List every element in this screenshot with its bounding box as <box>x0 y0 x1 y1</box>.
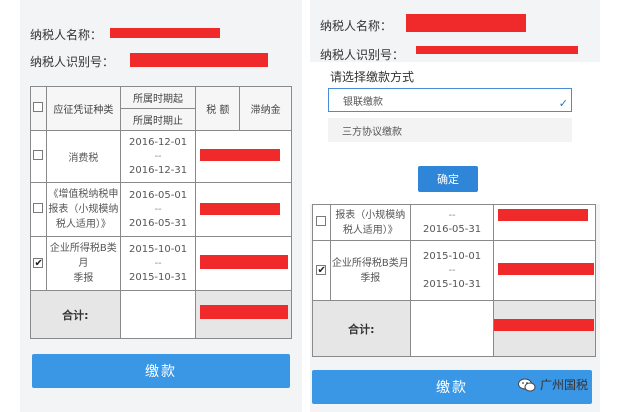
select-all-checkbox[interactable] <box>33 102 44 112</box>
pay-button[interactable]: 缴款 <box>32 354 290 388</box>
row-checkbox[interactable] <box>316 216 327 226</box>
row-type-line: 季报 <box>73 273 94 284</box>
row-checkbox-checked[interactable]: ✔ <box>316 265 327 276</box>
tax-table: 报表（小规模纳 税人适用）》 -- 2016-05-31 ✔ 企业所得税B类月 … <box>312 204 596 357</box>
header-tax-amount: 税 额 <box>195 86 241 131</box>
row-amounts <box>195 130 292 183</box>
watermark-text: 广州国税 <box>540 378 589 392</box>
row-amounts <box>493 204 596 241</box>
total-amount <box>493 300 596 357</box>
row-checkbox-cell[interactable] <box>30 182 47 237</box>
period-separator: -- <box>154 203 162 215</box>
row-type: 《增值税纳税申 报表（小规模纳 税人适用）》 <box>45 182 121 237</box>
period-start: 2015-10-01 <box>423 250 482 262</box>
row-type-line: 报表（小规模纳 <box>48 204 119 215</box>
total-blank <box>119 290 197 339</box>
taxpayer-id-label: 纳税人识别号： <box>320 48 405 62</box>
redacted-taxpayer-id <box>130 53 268 67</box>
redacted-amount <box>200 149 281 161</box>
header-select-all[interactable] <box>30 86 47 131</box>
table-row[interactable]: 《增值税纳税申 报表（小规模纳 税人适用）》 2016-05-01 -- 201… <box>30 182 292 237</box>
redacted-amount <box>498 263 595 275</box>
row-period: 2015-10-01 -- 2015-10-31 <box>409 240 495 301</box>
row-checkbox-cell[interactable]: ✔ <box>312 240 331 301</box>
period-end: 2016-05-31 <box>423 223 482 235</box>
redacted-taxpayer-id <box>416 46 578 54</box>
row-type: 企业所得税B类月 季报 <box>329 240 411 301</box>
period-separator: -- <box>154 150 162 162</box>
row-type-line: 企业所得税B类月 <box>49 243 117 269</box>
row-type-line: 税人适用）》 <box>342 224 398 236</box>
left-screen: 纳税人名称： 纳税人识别号： 应征凭证种类 所属时期起 税 额 滞纳金 所属时期… <box>20 0 302 412</box>
header-type: 应征凭证种类 <box>45 86 121 131</box>
header-period-end: 所属时期止 <box>119 108 197 131</box>
total-row: 合计: <box>312 300 596 357</box>
taxpayer-id-label: 纳税人识别号： <box>30 55 115 69</box>
payment-method-dialog: 请选择缴款方式 银联缴款 ✓ 三方协议缴款 确定 <box>310 62 600 204</box>
row-type-line: 报表（小规模纳 <box>335 209 406 221</box>
row-type: 报表（小规模纳 税人适用）》 <box>329 204 411 241</box>
period-end: 2016-12-31 <box>128 164 188 176</box>
total-blank <box>409 300 495 357</box>
row-period: 2015-10-01 -- 2015-10-31 <box>119 236 197 291</box>
total-label: 合计: <box>312 300 411 357</box>
redacted-taxpayer-name <box>110 28 220 38</box>
row-period: 2016-12-01 -- 2016-12-31 <box>119 130 197 183</box>
row-amounts <box>195 182 292 237</box>
row-amounts <box>195 236 292 291</box>
period-end: 2015-10-31 <box>423 278 482 290</box>
option-label: 银联缴款 <box>343 96 383 108</box>
period-start: 2015-10-01 <box>128 243 188 255</box>
row-type: 企业所得税B类月 季报 <box>45 236 121 291</box>
table-row[interactable]: 消费税 2016-12-01 -- 2016-12-31 <box>30 130 292 183</box>
wechat-icon <box>518 378 536 391</box>
redacted-total <box>494 319 595 331</box>
period-end: 2016-05-31 <box>128 217 188 229</box>
period-start: 2016-12-01 <box>128 136 188 148</box>
checkmark-icon: ✓ <box>558 97 568 110</box>
row-checkbox-cell[interactable] <box>30 130 47 183</box>
total-label: 合计: <box>30 290 121 339</box>
row-checkbox-cell[interactable] <box>312 204 331 241</box>
header-late-fee: 滞纳金 <box>239 86 292 131</box>
period-end: 2015-10-31 <box>128 271 188 283</box>
row-type-line: 《增值税纳税申 <box>48 189 119 200</box>
header-period-start: 所属时期起 <box>119 86 197 109</box>
period-separator: -- <box>448 264 456 276</box>
period-start: 2016-05-01 <box>128 189 188 201</box>
row-period: -- 2016-05-31 <box>409 204 495 241</box>
taxpayer-name-label: 纳税人名称： <box>320 19 393 33</box>
option-label: 三方协议缴款 <box>342 126 402 138</box>
dialog-title: 请选择缴款方式 <box>330 70 415 84</box>
table-row[interactable]: ✔ 企业所得税B类月 季报 2015-10-01 -- 2015-10-31 <box>30 236 292 291</box>
redacted-taxpayer-name <box>406 14 526 32</box>
redacted-total <box>200 305 289 319</box>
redacted-amount <box>200 255 289 269</box>
option-unionpay[interactable]: 银联缴款 ✓ <box>328 88 572 112</box>
redacted-amount <box>200 203 281 215</box>
total-row: 合计: <box>30 290 292 339</box>
tax-table: 应征凭证种类 所属时期起 税 额 滞纳金 所属时期止 消费税 2016-12-0… <box>30 86 292 339</box>
row-amounts <box>493 240 596 301</box>
period-separator: -- <box>448 209 456 221</box>
row-type-line: 税人适用）》 <box>55 219 111 230</box>
redacted-amount <box>498 209 589 221</box>
row-checkbox-checked[interactable]: ✔ <box>33 258 44 269</box>
watermark: 广州国税 <box>518 376 588 393</box>
row-type: 消费税 <box>45 130 121 183</box>
table-row[interactable]: ✔ 企业所得税B类月 季报 2015-10-01 -- 2015-10-31 <box>312 240 596 301</box>
row-checkbox[interactable] <box>33 203 44 213</box>
row-checkbox-cell[interactable]: ✔ <box>30 236 47 291</box>
row-checkbox[interactable] <box>33 150 44 160</box>
row-type-line: 企业所得税B类月 <box>331 257 409 269</box>
confirm-button[interactable]: 确定 <box>418 166 478 192</box>
row-type-line: 季报 <box>360 272 381 284</box>
option-tripartite[interactable]: 三方协议缴款 <box>328 118 572 142</box>
total-amount <box>195 290 292 339</box>
right-screen: 纳税人名称： 纳税人识别号： 报表（小规模纳 税人适用）》 -- 2016-05… <box>310 0 600 412</box>
taxpayer-name-label: 纳税人名称： <box>30 28 103 42</box>
table-row[interactable]: 报表（小规模纳 税人适用）》 -- 2016-05-31 <box>312 204 596 241</box>
row-period: 2016-05-01 -- 2016-05-31 <box>119 182 197 237</box>
period-separator: -- <box>154 257 162 269</box>
